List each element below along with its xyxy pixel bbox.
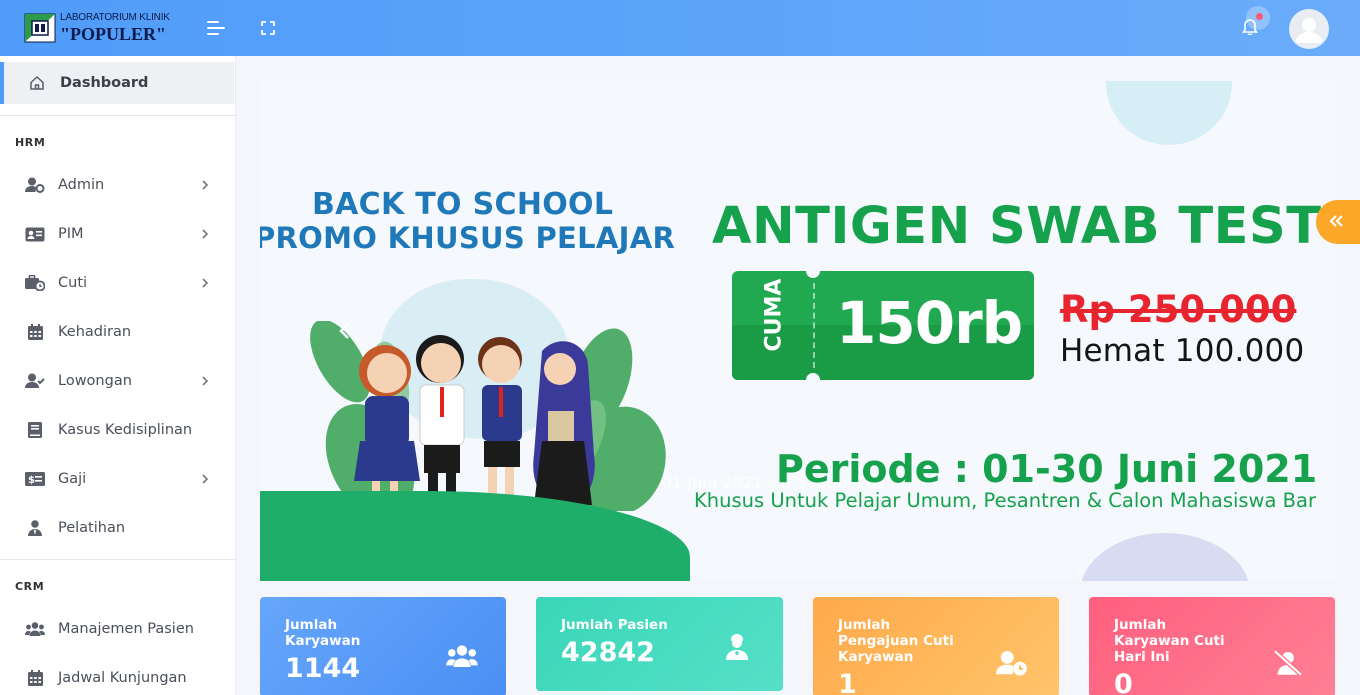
stat-value: 0 [1114,669,1133,695]
sidebar-item-label: Jadwal Kunjungan [58,670,187,686]
stat-value: 1144 [285,653,361,684]
banner-headline-1: BACK TO SCHOOL [312,187,614,222]
promo-banner-carousel[interactable]: BACK TO SCHOOL PROMO KHUSUS PELAJAR ANTI… [260,81,1335,581]
sidebar-item-kasus-kedisiplinan[interactable]: Kasus Kedisiplinan [0,410,234,450]
stat-label: Jumlah Pengajuan Cuti Karyawan [838,617,954,665]
chevron-right-icon [198,227,212,241]
user-avatar[interactable] [1289,9,1329,49]
sidebar-item-manajemen-pasien[interactable]: Manajemen Pasien [0,609,234,649]
user-clock-icon [995,649,1029,677]
settings-toggle[interactable] [1316,200,1360,244]
sidebar-item-dashboard[interactable]: Dashboard [0,62,234,104]
ticket-notch [806,264,820,278]
sidebar-item-label: Kasus Kedisiplinan [58,422,193,438]
top-navbar: LABORATORIUM KLINIK "POPULER" [0,0,1360,56]
promo-subtitle: Khusus Untuk Pelajar Umum, Pesantren & C… [694,489,1316,512]
ticket-label: CUMA [761,278,787,352]
promo-period: Periode : 01-30 Juni 2021 [776,447,1318,491]
user-check-icon [24,372,46,390]
sidebar-item-lowongan[interactable]: Lowongan [0,361,234,401]
book-icon [24,421,46,439]
stat-card-pengajuan-cuti[interactable]: Jumlah Pengajuan Cuti Karyawan 1 [813,597,1059,695]
double-chevron-left-icon [1328,213,1344,232]
sidebar-item-pim[interactable]: PIM [0,214,234,254]
stat-card-pasien[interactable]: Jumlah Pasien 42842 [536,597,783,691]
banner-headline-2: PROMO KHUSUS PELAJAR [260,221,676,255]
stat-label: Jumlah Karyawan [285,617,361,649]
sidebar: Dashboard HRM Admin PIM Cuti Kehadiran L… [0,56,236,695]
stat-card-karyawan[interactable]: Jumlah Karyawan 1144 [260,597,506,695]
sidebar-item-label: Dashboard [60,75,149,91]
sidebar-item-label: PIM [58,226,84,242]
saving-text: Hemat 100.000 [1060,333,1305,369]
calendar-icon [24,323,46,341]
students-illustration [310,321,666,511]
sidebar-item-label: Kehadiran [58,324,132,340]
notification-dot [1256,13,1263,20]
user-tie-icon [24,519,46,537]
ticket-notch [806,373,820,387]
sidebar-item-label: Pelatihan [58,520,126,536]
id-card-icon [24,225,46,243]
home-icon [26,74,48,92]
ticket-price: 150rb [836,289,1023,357]
stat-label: Jumlah Karyawan Cuti Hari Ini [1114,617,1225,665]
briefcase-clock-icon [24,274,46,292]
chevron-right-icon [198,276,212,290]
sidebar-item-jadwal-kunjungan[interactable]: Jadwal Kunjungan [0,658,234,695]
sidebar-divider [0,115,236,116]
user-nurse-icon [720,633,754,661]
sidebar-item-gaji[interactable]: $ Gaji [0,459,234,499]
sidebar-item-cuti[interactable]: Cuti [0,263,234,303]
users-icon [445,642,479,670]
calendar-icon [24,669,46,687]
user-slash-icon [1271,649,1305,677]
chevron-right-icon [198,178,212,192]
sidebar-divider [0,559,236,560]
sidebar-item-label: Admin [58,177,105,193]
sidebar-item-label: Cuti [58,275,88,291]
clinic-logo[interactable]: LABORATORIUM KLINIK "POPULER" [24,10,194,46]
stat-value: 1 [838,669,857,695]
sidebar-item-label: Manajemen Pasien [58,621,194,637]
carousel-prev-icon[interactable] [332,319,356,343]
sidebar-item-pelatihan[interactable]: Pelatihan [0,508,234,548]
decorative-circle [1080,533,1250,581]
user-cog-icon [24,176,46,194]
sidebar-section-hrm: HRM [15,136,46,149]
price-ticket: CUMA 150rb [732,264,1034,387]
banner-title: ANTIGEN SWAB TEST [712,197,1322,256]
stat-card-karyawan-cuti-hari-ini[interactable]: Jumlah Karyawan Cuti Hari Ini 0 [1089,597,1335,695]
sidebar-item-kehadiran[interactable]: Kehadiran [0,312,234,352]
logo-mark-icon [24,12,56,44]
decorative-circle [1106,81,1232,145]
menu-toggle-icon[interactable] [206,18,226,38]
logo-line-2: "POPULER" [60,24,166,44]
sidebar-item-admin[interactable]: Admin [0,165,234,205]
chevron-right-icon [198,374,212,388]
sidebar-section-crm: CRM [15,580,45,593]
stat-label: Jumlah Pasien [561,617,668,633]
old-price: Rp 250.000 [1060,288,1297,331]
logo-line-1: LABORATORIUM KLINIK [60,12,170,23]
ticket-divider [813,283,815,368]
stat-value: 42842 [561,637,655,668]
money-bill-icon: $ [24,470,46,488]
sidebar-item-label: Gaji [58,471,87,487]
users-icon [24,620,46,638]
chevron-right-icon [198,472,212,486]
sidebar-item-label: Lowongan [58,373,132,389]
svg-text:$: $ [28,475,35,486]
fullscreen-icon[interactable] [258,18,278,38]
